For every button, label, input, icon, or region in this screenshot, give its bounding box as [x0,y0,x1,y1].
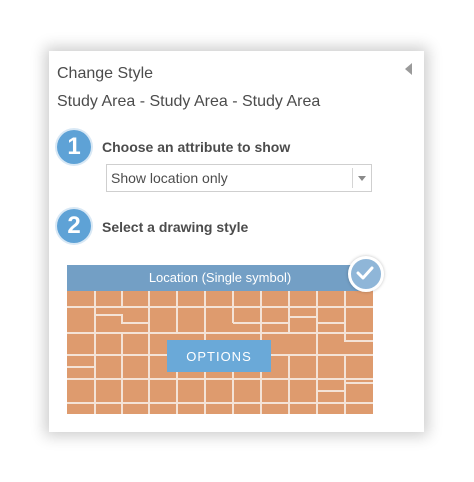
attribute-select-value: Show location only [111,170,228,186]
select-divider [352,168,353,188]
step-1-badge: 1 [57,130,91,164]
change-style-panel: Change Style Study Area - Study Area - S… [49,51,424,432]
step-2-label: Select a drawing style [102,219,249,235]
attribute-select[interactable]: Show location only [106,164,372,192]
collapse-panel-icon[interactable] [405,63,412,75]
panel-title: Change Style [57,65,154,82]
style-preview-card[interactable]: Location (Single symbol) OPTIONS [67,265,373,414]
style-name-label: Location (Single symbol) [148,270,292,285]
chevron-down-icon[interactable] [358,176,366,181]
layer-name: Study Area - Study Area - Study Area [57,93,321,110]
step-2-badge: 2 [57,209,91,243]
check-icon [356,266,374,280]
options-button[interactable]: OPTIONS [167,340,271,372]
selected-check-badge [348,256,384,292]
style-header: Location (Single symbol) [67,265,373,291]
step-1-label: Choose an attribute to show [102,139,291,155]
